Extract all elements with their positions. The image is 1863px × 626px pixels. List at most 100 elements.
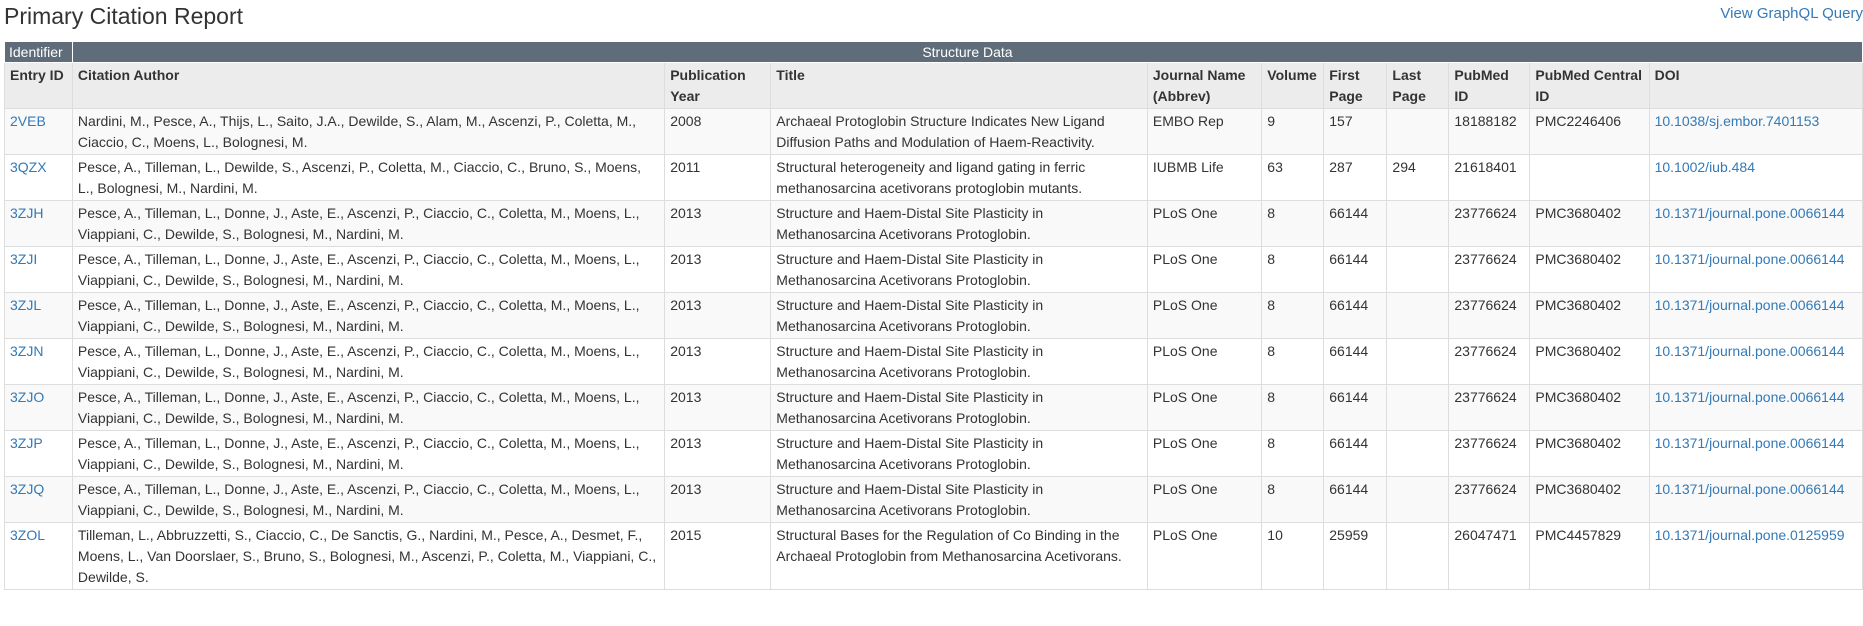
citation-author-cell: Pesce, A., Tilleman, L., Donne, J., Aste… — [71, 200, 666, 247]
last-page-cell — [1386, 292, 1450, 339]
column-header-entry-id[interactable]: Entry ID — [4, 62, 73, 109]
pubmed-id-cell: 23776624 — [1448, 292, 1531, 339]
page-title: Primary Citation Report — [4, 3, 244, 29]
doi-link[interactable]: 10.1371/journal.pone.0066144 — [1655, 481, 1845, 497]
entry-id-link[interactable]: 3ZJL — [10, 297, 41, 313]
last-page-cell — [1386, 338, 1450, 385]
table-row: 3ZJN Pesce, A., Tilleman, L., Donne, J., … — [4, 338, 1863, 385]
pubmed-central-id-cell: PMC4457829 — [1529, 522, 1650, 590]
journal-name-cell: PLoS One — [1146, 338, 1263, 385]
structure-data-group-header: Structure Data — [71, 41, 1863, 63]
entry-id-link[interactable]: 3ZJQ — [10, 481, 44, 497]
last-page-cell — [1386, 522, 1450, 590]
volume-cell: 8 — [1261, 476, 1325, 523]
column-header-journal-name[interactable]: Journal Name (Abbrev) — [1146, 62, 1263, 109]
entry-id-link[interactable]: 3ZJI — [10, 251, 37, 267]
entry-id-cell: 2VEB — [4, 108, 73, 155]
publication-year-cell: 2011 — [664, 154, 772, 201]
journal-name-cell: PLoS One — [1146, 476, 1263, 523]
doi-cell: 10.1371/journal.pone.0066144 — [1648, 476, 1863, 523]
entry-id-link[interactable]: 3QZX — [10, 159, 47, 175]
entry-id-cell: 3ZJL — [4, 292, 73, 339]
title-cell: Structure and Haem-Distal Site Plasticit… — [770, 384, 1148, 431]
doi-link[interactable]: 10.1002/iub.484 — [1655, 159, 1755, 175]
doi-link[interactable]: 10.1371/journal.pone.0066144 — [1655, 343, 1845, 359]
column-header-pubmed-central-id[interactable]: PubMed Central ID — [1529, 62, 1650, 109]
pubmed-id-cell: 23776624 — [1448, 384, 1531, 431]
pubmed-central-id-cell: PMC3680402 — [1529, 338, 1650, 385]
entry-id-link[interactable]: 3ZJO — [10, 389, 44, 405]
entry-id-cell: 3ZJQ — [4, 476, 73, 523]
entry-id-link[interactable]: 3ZJP — [10, 435, 43, 451]
table-row: 3ZJQ Pesce, A., Tilleman, L., Donne, J., … — [4, 476, 1863, 523]
doi-link[interactable]: 10.1371/journal.pone.0066144 — [1655, 205, 1845, 221]
volume-cell: 10 — [1261, 522, 1325, 590]
identifier-group-header: Identifier — [4, 41, 73, 63]
column-header-volume[interactable]: Volume — [1261, 62, 1325, 109]
doi-cell: 10.1371/journal.pone.0066144 — [1648, 200, 1863, 247]
column-header-pubmed-id[interactable]: PubMed ID — [1448, 62, 1531, 109]
column-header-citation-author[interactable]: Citation Author — [71, 62, 666, 109]
title-cell: Structure and Haem-Distal Site Plasticit… — [770, 200, 1148, 247]
volume-cell: 8 — [1261, 338, 1325, 385]
doi-cell: 10.1371/journal.pone.0066144 — [1648, 338, 1863, 385]
citation-author-cell: Nardini, M., Pesce, A., Thijs, L., Saito… — [71, 108, 666, 155]
column-group-row: Identifier Structure Data — [4, 41, 1863, 63]
citation-author-cell: Pesce, A., Tilleman, L., Donne, J., Aste… — [71, 430, 666, 477]
pubmed-id-cell: 23776624 — [1448, 338, 1531, 385]
column-header-row: Entry ID Citation Author Publication Year T… — [4, 62, 1863, 109]
last-page-cell — [1386, 246, 1450, 293]
doi-link[interactable]: 10.1371/journal.pone.0066144 — [1655, 251, 1845, 267]
volume-cell: 8 — [1261, 384, 1325, 431]
volume-cell: 9 — [1261, 108, 1325, 155]
citation-author-cell: Tilleman, L., Abbruzzetti, S., Ciaccio, … — [71, 522, 666, 590]
title-cell: Structure and Haem-Distal Site Plasticit… — [770, 430, 1148, 477]
column-header-doi[interactable]: DOI — [1648, 62, 1863, 109]
table-row: 3ZOL Tilleman, L., Abbruzzetti, S., Ciacc… — [4, 522, 1863, 590]
publication-year-cell: 2015 — [664, 522, 772, 590]
last-page-cell — [1386, 200, 1450, 247]
pubmed-id-cell: 23776624 — [1448, 246, 1531, 293]
column-header-last-page[interactable]: Last Page — [1386, 62, 1450, 109]
pubmed-central-id-cell: PMC2246406 — [1529, 108, 1650, 155]
journal-name-cell: PLoS One — [1146, 522, 1263, 590]
doi-link[interactable]: 10.1371/journal.pone.0066144 — [1655, 297, 1845, 313]
entry-id-link[interactable]: 3ZJH — [10, 205, 43, 221]
view-graphql-query-link[interactable]: View GraphQL Query — [1720, 4, 1863, 24]
volume-cell: 63 — [1261, 154, 1325, 201]
doi-link[interactable]: 10.1038/sj.embor.7401153 — [1655, 113, 1820, 129]
pubmed-id-cell: 23776624 — [1448, 200, 1531, 247]
doi-cell: 10.1371/journal.pone.0125959 — [1648, 522, 1863, 590]
doi-cell: 10.1371/journal.pone.0066144 — [1648, 430, 1863, 477]
entry-id-link[interactable]: 2VEB — [10, 113, 46, 129]
citation-author-cell: Pesce, A., Tilleman, L., Donne, J., Aste… — [71, 338, 666, 385]
first-page-cell: 66144 — [1323, 292, 1388, 339]
table-row: 3QZX Pesce, A., Tilleman, L., Dewilde, S.… — [4, 154, 1863, 201]
citation-author-cell: Pesce, A., Tilleman, L., Dewilde, S., As… — [71, 154, 666, 201]
publication-year-cell: 2013 — [664, 246, 772, 293]
citation-author-cell: Pesce, A., Tilleman, L., Donne, J., Aste… — [71, 384, 666, 431]
table-row: 3ZJP Pesce, A., Tilleman, L., Donne, J., … — [4, 430, 1863, 477]
entry-id-cell: 3ZJP — [4, 430, 73, 477]
first-page-cell: 66144 — [1323, 200, 1388, 247]
entry-id-cell: 3ZOL — [4, 522, 73, 590]
title-cell: Structure and Haem-Distal Site Plasticit… — [770, 246, 1148, 293]
column-header-title[interactable]: Title — [770, 62, 1148, 109]
column-header-publication-year[interactable]: Publication Year — [664, 62, 772, 109]
column-header-first-page[interactable]: First Page — [1323, 62, 1388, 109]
doi-link[interactable]: 10.1371/journal.pone.0066144 — [1655, 389, 1845, 405]
title-cell: Structure and Haem-Distal Site Plasticit… — [770, 476, 1148, 523]
doi-link[interactable]: 10.1371/journal.pone.0066144 — [1655, 435, 1845, 451]
entry-id-cell: 3ZJH — [4, 200, 73, 247]
entry-id-link[interactable]: 3ZOL — [10, 527, 45, 543]
entry-id-link[interactable]: 3ZJN — [10, 343, 43, 359]
publication-year-cell: 2008 — [664, 108, 772, 155]
entry-id-cell: 3QZX — [4, 154, 73, 201]
publication-year-cell: 2013 — [664, 476, 772, 523]
doi-link[interactable]: 10.1371/journal.pone.0125959 — [1655, 527, 1845, 543]
journal-name-cell: PLoS One — [1146, 384, 1263, 431]
title-cell: Archaeal Protoglobin Structure Indicates… — [770, 108, 1148, 155]
table-row: 3ZJH Pesce, A., Tilleman, L., Donne, J., … — [4, 200, 1863, 247]
entry-id-cell: 3ZJO — [4, 384, 73, 431]
table-body: 2VEB Nardini, M., Pesce, A., Thijs, L., S… — [4, 108, 1863, 590]
